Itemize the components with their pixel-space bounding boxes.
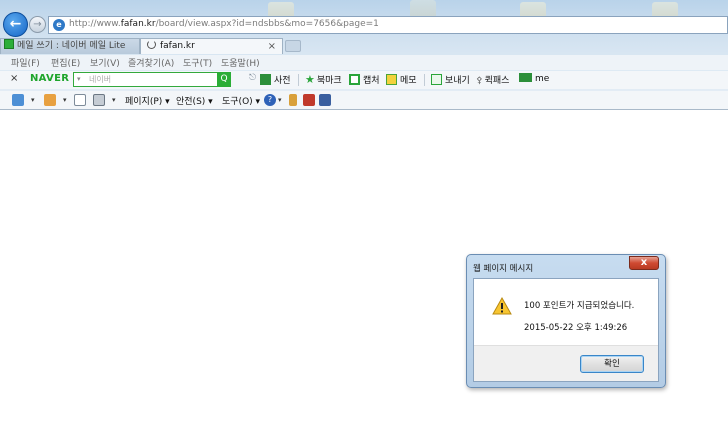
rss-feed-icon[interactable] [44, 94, 56, 106]
help-icon[interactable]: ? [264, 94, 276, 106]
print-icon[interactable] [93, 94, 105, 106]
tab-close-button[interactable]: × [268, 39, 276, 54]
home-dropdown-icon[interactable]: ▾ [31, 96, 35, 104]
menu-help[interactable]: 도움말(H) [221, 56, 260, 69]
back-button[interactable]: ← [3, 12, 28, 37]
memo-label: 메모 [400, 76, 417, 86]
dictionary-label: 사전 [274, 76, 291, 86]
me-label: me [535, 74, 550, 84]
send-label: 보내기 [445, 76, 470, 86]
dictionary-button[interactable]: 사전 [260, 73, 291, 86]
safety-menu-label: 안전(S) [176, 97, 206, 107]
naver-search-input[interactable]: 네이버 [89, 74, 111, 85]
tab-naver-mail[interactable]: 메일 쓰기 : 네이버 메일 Lite [0, 38, 140, 54]
toolbar-divider [298, 74, 299, 86]
menu-edit[interactable]: 편집(E) [51, 56, 80, 69]
me-button[interactable]: me [519, 73, 549, 84]
forward-button[interactable]: → [29, 16, 46, 33]
naver-logo[interactable]: NAVER [30, 73, 69, 84]
page-menu-label: 페이지(P) [125, 97, 163, 107]
dialog-timestamp: 2015-05-22 오후 1:49:26 [524, 323, 628, 333]
safety-menu[interactable]: 안전(S) ▾ [176, 94, 213, 107]
chevron-down-icon: ▾ [255, 97, 261, 107]
navigation-bar: ← → e http://www.fafan.kr/board/view.asp… [0, 12, 728, 38]
menu-bar: 파일(F) 편집(E) 보기(V) 즐겨찾기(A) 도구(T) 도움말(H) [0, 55, 728, 70]
chevron-down-icon: ▾ [165, 97, 170, 107]
warning-icon [492, 297, 512, 315]
capture-label: 캡처 [363, 76, 380, 86]
quick-pass-button[interactable]: ⚴ 퀵패스 [476, 73, 509, 86]
home-icon[interactable] [12, 94, 24, 106]
memo-icon [386, 74, 397, 85]
menu-view[interactable]: 보기(V) [90, 56, 120, 69]
research-icon[interactable] [289, 94, 297, 106]
capture-icon [349, 74, 360, 85]
naver-toolbar: × NAVER ▾ 네이버 Q ⎋ 사전 ★ 북마크 캡처 메모 보내기 ⚴ 퀵패스… [0, 71, 728, 89]
url-prefix: http://www. [69, 19, 121, 29]
new-tab-button[interactable] [285, 40, 301, 52]
tools-menu-label: 도구(O) [222, 97, 253, 107]
feed-dropdown-icon[interactable]: ▾ [63, 96, 67, 104]
ok-button[interactable]: 확인 [580, 355, 644, 373]
dictionary-icon [260, 74, 271, 85]
browser-chrome: ← → e http://www.fafan.kr/board/view.asp… [0, 0, 728, 110]
naver-search-box[interactable]: ▾ 네이버 Q [73, 72, 231, 87]
page-menu[interactable]: 페이지(P) ▾ [125, 94, 170, 107]
addon-blue-icon[interactable] [319, 94, 331, 106]
toolbar-divider [424, 74, 425, 86]
dialog-footer: 확인 [474, 345, 658, 381]
mail-icon[interactable] [74, 94, 86, 106]
web-page-message-dialog: 웹 페이지 메시지 x 100 포인트가 지급되었습니다. 2015-05-22… [466, 254, 666, 388]
toolbar-pin-icon[interactable]: ⎋ [249, 73, 256, 83]
dialog-title: 웹 페이지 메시지 [473, 264, 534, 274]
naver-mail-icon [4, 39, 14, 49]
tab-label: 메일 쓰기 : 네이버 메일 Lite [17, 41, 126, 51]
star-icon: ★ [305, 73, 315, 86]
menu-tools[interactable]: 도구(T) [183, 56, 212, 69]
me-icon [519, 73, 532, 82]
arrow-right-icon: → [33, 19, 42, 30]
address-bar[interactable]: e http://www.fafan.kr/board/view.aspx?id… [48, 16, 728, 34]
bookmark-label: 북마크 [316, 76, 342, 86]
ie-logo-icon: e [53, 19, 65, 31]
addon-red-icon[interactable] [303, 94, 315, 106]
memo-button[interactable]: 메모 [386, 73, 417, 86]
tools-menu[interactable]: 도구(O) ▾ [222, 94, 260, 107]
loading-spinner-icon [147, 40, 156, 49]
dialog-close-button[interactable]: x [629, 256, 659, 270]
capture-button[interactable]: 캡처 [349, 73, 380, 86]
search-dropdown-icon[interactable]: ▾ [77, 75, 81, 83]
tab-label: fafan.kr [160, 41, 195, 51]
print-dropdown-icon[interactable]: ▾ [112, 96, 116, 104]
chevron-down-icon: ▾ [208, 97, 213, 107]
menu-favorites[interactable]: 즐겨찾기(A) [128, 56, 174, 69]
search-button[interactable]: Q [217, 72, 231, 87]
dialog-body: 100 포인트가 지급되었습니다. 2015-05-22 오후 1:49:26 … [473, 278, 659, 382]
dialog-message: 100 포인트가 지급되었습니다. [524, 301, 635, 311]
command-bar: ▾ ▾ ▾ 페이지(P) ▾ 안전(S) ▾ 도구(O) ▾ ? ▾ [0, 91, 728, 109]
quick-pass-label: 퀵패스 [484, 76, 510, 86]
help-dropdown-icon[interactable]: ▾ [278, 96, 282, 104]
address-url[interactable]: http://www.fafan.kr/board/view.aspx?id=n… [69, 19, 379, 29]
bookmark-button[interactable]: ★ 북마크 [305, 73, 342, 86]
url-path: /board/view.aspx?id=ndsbbs&mo=7656&page=… [155, 19, 379, 29]
toolbar-close-button[interactable]: × [10, 73, 18, 84]
key-icon: ⚴ [476, 76, 483, 86]
tab-fafan[interactable]: fafan.kr × [140, 38, 283, 54]
menu-file[interactable]: 파일(F) [11, 56, 40, 69]
url-host: fafan.kr [120, 19, 156, 29]
tab-strip: 메일 쓰기 : 네이버 메일 Lite fafan.kr × [0, 38, 728, 54]
send-button[interactable]: 보내기 [431, 73, 470, 86]
share-icon [431, 74, 442, 85]
arrow-left-icon: ← [9, 16, 22, 32]
